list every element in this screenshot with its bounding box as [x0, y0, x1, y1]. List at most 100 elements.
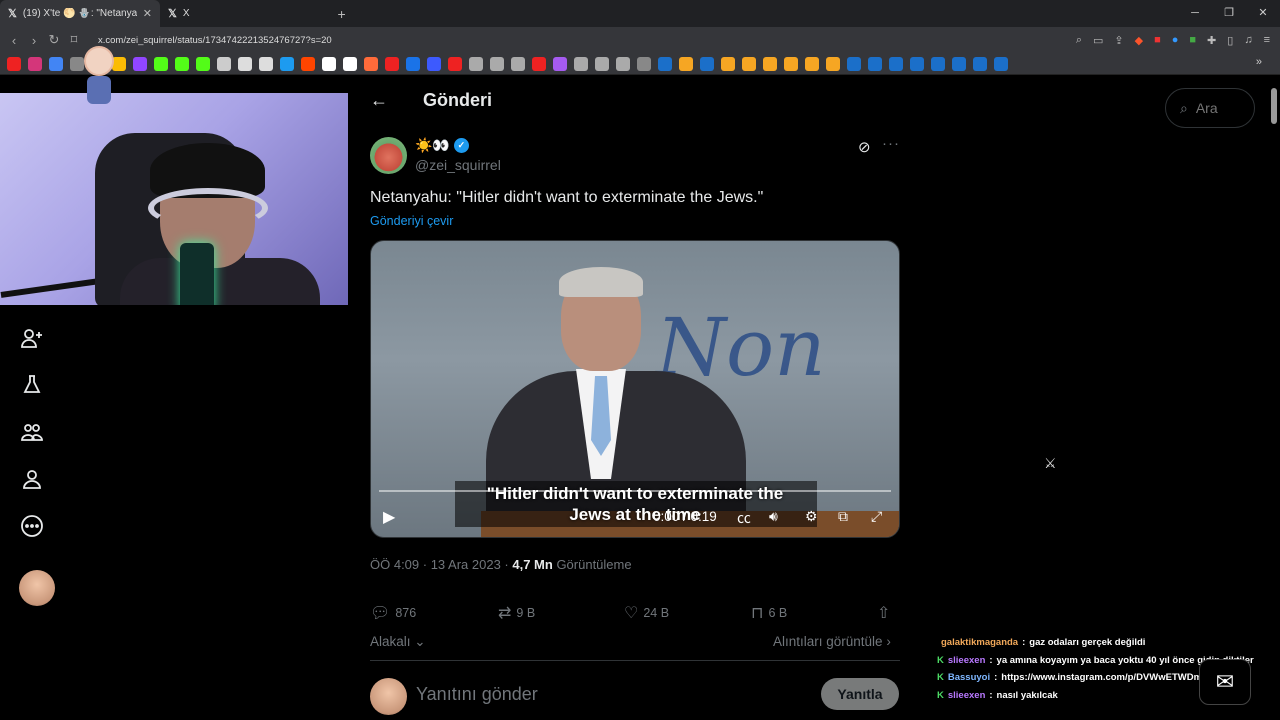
extension-icon[interactable]: ■ — [1189, 34, 1196, 46]
bookmark-favicon[interactable] — [280, 56, 294, 71]
bookmark-favicon[interactable] — [406, 56, 420, 71]
bookmark-favicon[interactable] — [595, 56, 609, 71]
scrollbar[interactable] — [1271, 88, 1277, 124]
zoom-icon[interactable]: ⌕ — [1076, 34, 1082, 47]
bookmark-favicon[interactable] — [553, 56, 567, 71]
share-icon[interactable]: ⇪ — [1114, 34, 1123, 47]
bookmark-favicon[interactable] — [847, 56, 861, 71]
author-display-name[interactable]: ☀️👀 — [415, 137, 450, 154]
bookmark-favicon[interactable] — [196, 56, 210, 71]
related-dropdown[interactable]: Alakalı ⌄ — [370, 634, 426, 650]
bookmark-favicon[interactable] — [238, 56, 252, 71]
forward-icon[interactable]: › — [24, 33, 44, 48]
bookmark-favicon[interactable] — [133, 56, 147, 71]
bookmark-favicon[interactable] — [28, 56, 42, 71]
bookmark-favicon[interactable] — [70, 56, 84, 71]
bookmark-favicon[interactable] — [259, 56, 273, 71]
bookmark-favicon[interactable] — [154, 56, 168, 71]
bookmark-icon[interactable]: ⌑ — [64, 32, 84, 48]
new-tab-button[interactable]: + — [338, 6, 346, 22]
bookmark-favicon[interactable] — [49, 56, 63, 71]
bookmark-favicon[interactable] — [658, 56, 672, 71]
bookmark-favicon[interactable] — [700, 56, 714, 71]
bookmark-favicon[interactable] — [385, 56, 399, 71]
bookmark-favicon[interactable] — [532, 56, 546, 71]
grok-icon[interactable]: ⊘ — [858, 138, 871, 156]
add-user-icon[interactable] — [14, 320, 50, 356]
bookmark-favicon[interactable] — [889, 56, 903, 71]
bookmark-favicon[interactable] — [301, 56, 315, 71]
back-arrow-icon[interactable]: ← — [370, 90, 410, 111]
more-bookmarks-icon[interactable]: » — [1256, 56, 1262, 68]
bookmark-favicon[interactable] — [469, 56, 483, 71]
bookmark-favicon[interactable] — [742, 56, 756, 71]
reply-input[interactable]: Yanıtını gönder — [416, 684, 538, 705]
bookmark-favicon[interactable] — [427, 56, 441, 71]
search-box[interactable]: ⌕ — [1165, 88, 1255, 128]
bookmark-favicon[interactable] — [616, 56, 630, 71]
bookmark-favicon[interactable] — [574, 56, 588, 71]
bookmark-favicon[interactable] — [343, 56, 357, 71]
bookmark-favicon[interactable] — [217, 56, 231, 71]
translate-link[interactable]: Gönderiyi çevir — [370, 214, 453, 228]
bookmark-favicon[interactable] — [175, 56, 189, 71]
video-progress-bar[interactable] — [379, 490, 891, 492]
bookmark-favicon[interactable] — [910, 56, 924, 71]
like-action[interactable]: ♡ 24 B — [624, 603, 669, 623]
bookmark-favicon[interactable] — [994, 56, 1008, 71]
shield-icon[interactable]: ◆ — [1135, 34, 1143, 47]
account-avatar[interactable] — [19, 570, 55, 606]
cast-icon[interactable]: ▭ — [1093, 34, 1103, 47]
bookmark-favicon[interactable] — [826, 56, 840, 71]
bookmark-favicon[interactable] — [763, 56, 777, 71]
people-icon[interactable] — [14, 414, 50, 450]
bookmark-favicon[interactable] — [868, 56, 882, 71]
repost-action[interactable]: ⇄ 9 B — [498, 603, 535, 623]
volume-icon[interactable]: 🔊︎ — [769, 508, 778, 525]
reply-button[interactable]: Yanıtla — [821, 678, 899, 710]
settings-icon[interactable]: ⚙ — [805, 508, 818, 525]
bookmark-favicon[interactable] — [364, 56, 378, 71]
maximize-button[interactable]: ❐ — [1212, 0, 1246, 27]
menu-icon[interactable]: ≡ — [1264, 34, 1270, 46]
bookmark-favicon[interactable] — [511, 56, 525, 71]
bookmark-favicon[interactable] — [7, 56, 21, 71]
tab-x[interactable]: 𝕏 X — [160, 0, 198, 27]
author-name[interactable]: ☀️👀 ✓ — [415, 137, 469, 154]
flask-icon[interactable] — [14, 367, 50, 403]
person-icon[interactable] — [14, 461, 50, 497]
folder-icon[interactable] — [637, 56, 651, 71]
bookmark-favicon[interactable] — [805, 56, 819, 71]
fullscreen-icon[interactable]: ⤢ — [871, 508, 882, 525]
back-icon[interactable]: ‹ — [4, 33, 24, 48]
video-player[interactable]: Non "Hitler didn't want to exterminate t… — [370, 240, 900, 538]
bookmark-favicon[interactable] — [448, 56, 462, 71]
bookmark-favicon[interactable] — [973, 56, 987, 71]
close-window-button[interactable]: ✕ — [1246, 0, 1280, 27]
url-bar[interactable]: x.com/zei_squirrel/status/17347422213524… — [98, 35, 332, 46]
play-icon[interactable]: ▶ — [383, 507, 395, 527]
share-action[interactable]: ⇧ — [877, 603, 890, 623]
captions-icon[interactable]: ㏄ — [737, 508, 751, 528]
bookmark-favicon[interactable] — [490, 56, 504, 71]
reply-action[interactable]: 💬︎ 876 — [370, 603, 416, 623]
bookmark-favicon[interactable] — [322, 56, 336, 71]
post-timestamp[interactable]: ÖÖ 4:09 · 13 Ara 2023 · — [370, 557, 512, 572]
bookmark-favicon[interactable] — [721, 56, 735, 71]
reload-icon[interactable]: ↻ — [44, 32, 64, 48]
puzzle-icon[interactable]: ✚ — [1207, 34, 1216, 47]
extension-icon[interactable]: ● — [1172, 34, 1179, 46]
search-input[interactable] — [1195, 100, 1241, 116]
author-handle[interactable]: @zei_squirrel — [415, 157, 501, 173]
sidebar-icon[interactable]: ▯ — [1227, 34, 1233, 47]
miniplayer-icon[interactable]: ⧉ — [838, 508, 848, 525]
bookmark-favicon[interactable] — [784, 56, 798, 71]
extension-icon[interactable]: ■ — [1154, 34, 1161, 46]
bookmark-favicon[interactable] — [931, 56, 945, 71]
more-circle-icon[interactable] — [14, 508, 50, 544]
bookmark-action[interactable]: ⊓ 6 B — [751, 603, 787, 623]
bookmark-favicon[interactable] — [952, 56, 966, 71]
bookmark-favicon[interactable] — [679, 56, 693, 71]
media-icon[interactable]: ♫ — [1244, 34, 1252, 46]
view-quotes-link[interactable]: Alıntıları görüntüle › — [773, 634, 891, 649]
